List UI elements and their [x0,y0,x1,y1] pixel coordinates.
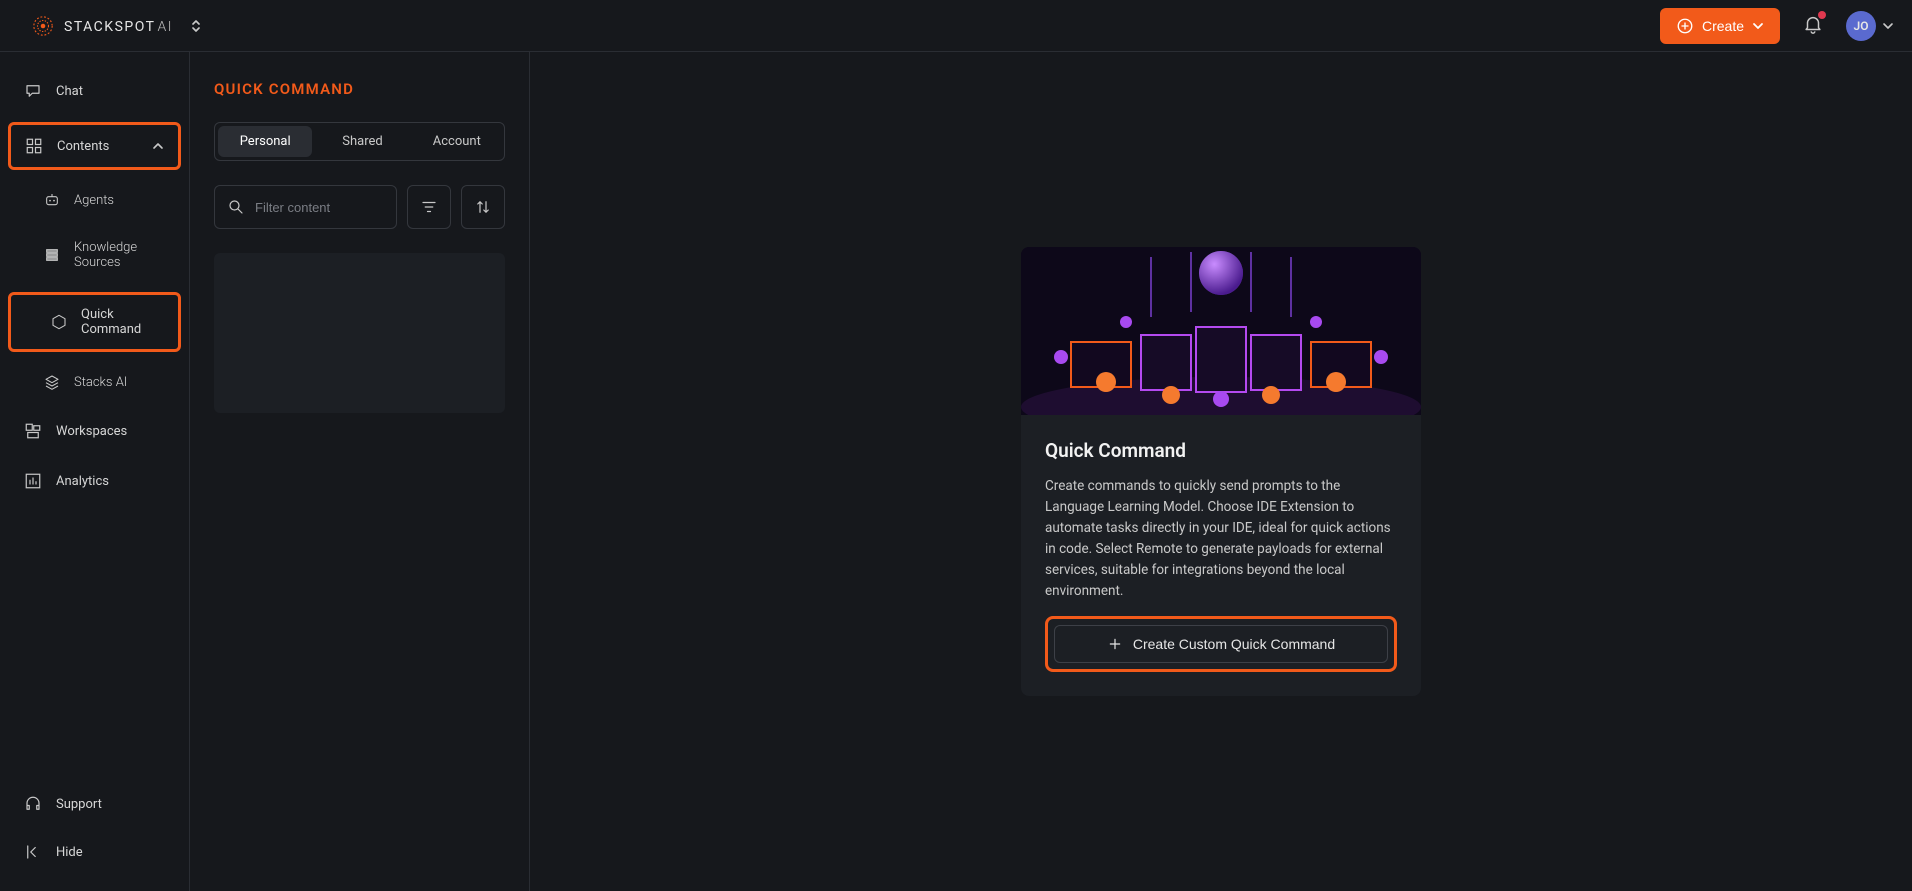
sidebar-item-workspaces[interactable]: Workspaces [6,408,183,454]
grid-icon [25,137,43,155]
nav-list: Chat Contents Agents [0,66,189,506]
chevron-up-icon [152,140,164,152]
sidebar-item-label: Knowledge Sources [74,240,165,270]
highlight-quick-command: Quick Command [8,292,181,352]
header: STACKSPOTAI Create JO [0,0,1912,52]
database-stack-icon [44,247,60,263]
tab-label: Personal [240,134,291,149]
tab-personal[interactable]: Personal [218,126,312,157]
secondary-column: QUICK COMMAND Personal Shared Account [190,52,530,891]
avatar-initials: JO [1854,19,1869,33]
sidebar-item-label: Chat [56,84,83,99]
search-input[interactable] [255,200,384,215]
layers-icon [44,374,60,390]
sidebar-item-support[interactable]: Support [6,781,183,827]
sort-icon [474,198,492,216]
sort-button[interactable] [461,185,505,229]
sidebar-item-chat[interactable]: Chat [6,68,183,114]
page-title: QUICK COMMAND [214,80,505,98]
sidebar-item-knowledge-sources[interactable]: Knowledge Sources [0,226,183,284]
sidebar-item-agents[interactable]: Agents [0,178,183,222]
card-title: Quick Command [1045,439,1397,462]
sidebar-item-label: Agents [74,193,114,208]
tab-label: Account [433,134,481,149]
sidebar-bottom: Support Hide [0,779,189,891]
filter-icon [420,198,438,216]
tab-shared[interactable]: Shared [315,123,409,160]
search-icon [227,198,245,216]
create-button-label: Create [1702,18,1744,34]
sidebar-item-quick-command[interactable]: Quick Command [11,295,178,349]
tab-account[interactable]: Account [410,123,504,160]
sidebar-item-label: Workspaces [56,424,127,439]
create-custom-quick-command-button[interactable]: Create Custom Quick Command [1054,625,1388,663]
sidebar-item-contents[interactable]: Contents [11,125,178,167]
sidebar-item-stacks-ai[interactable]: Stacks AI [0,360,183,404]
tab-label: Shared [342,134,382,149]
avatar: JO [1846,11,1876,41]
quick-command-card: Quick Command Create commands to quickly… [1021,247,1421,696]
notification-dot [1818,11,1826,19]
user-menu[interactable]: JO [1846,11,1894,41]
hexagon-icon [51,314,67,330]
content-list-placeholder [214,253,505,413]
highlight-contents: Contents [8,122,181,170]
filter-button[interactable] [407,185,451,229]
logo-text: STACKSPOTAI [64,16,173,35]
card-description: Create commands to quickly send prompts … [1045,476,1397,602]
sidebar-item-label: Quick Command [81,307,164,337]
card-body: Quick Command Create commands to quickly… [1021,415,1421,696]
card-hero-graphic [1021,247,1421,415]
chevron-down-icon [1752,20,1764,32]
chat-icon [24,82,42,100]
sidebar-item-label: Support [56,797,102,812]
chevron-down-icon [1882,20,1894,32]
stackspot-logo-icon [32,15,54,37]
sidebar-item-hide[interactable]: Hide [6,829,183,875]
header-right: Create JO [1660,8,1894,44]
sidebar-item-label: Contents [57,139,109,154]
chart-icon [24,472,42,490]
filter-row [214,185,505,229]
notifications-button[interactable] [1802,13,1824,39]
sidebar: Chat Contents Agents [0,52,190,891]
sidebar-item-label: Hide [56,845,83,860]
agent-icon [44,192,60,208]
sidebar-item-analytics[interactable]: Analytics [6,458,183,504]
selector-icon[interactable] [191,20,201,32]
button-label: Create Custom Quick Command [1133,636,1335,652]
plus-circle-icon [1676,17,1694,35]
main-area: Quick Command Create commands to quickly… [530,52,1912,891]
headset-icon [24,795,42,813]
sidebar-item-label: Analytics [56,474,109,489]
sidebar-item-label: Stacks AI [74,375,127,390]
logo-area[interactable]: STACKSPOTAI [32,15,201,37]
create-button[interactable]: Create [1660,8,1780,44]
tabs: Personal Shared Account [214,122,505,161]
highlight-create-button: Create Custom Quick Command [1045,616,1397,672]
search-wrap[interactable] [214,185,397,229]
workspaces-icon [24,422,42,440]
collapse-icon [24,843,42,861]
plus-icon [1107,636,1123,652]
